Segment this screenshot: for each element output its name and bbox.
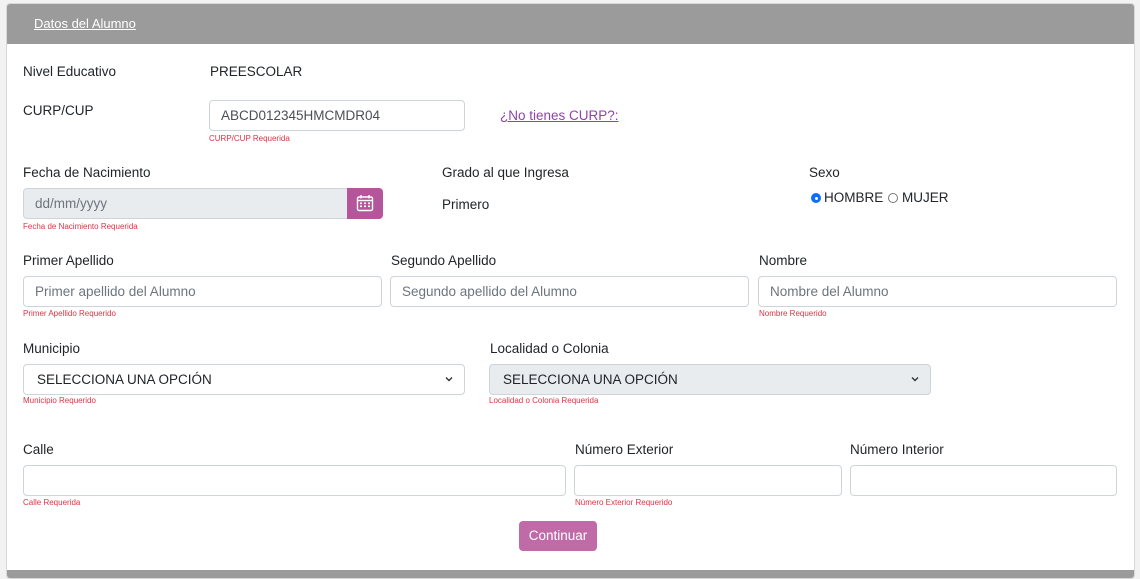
fecha-error: Fecha de Nacimiento Requerida <box>23 222 138 231</box>
segundo-apellido-label: Segundo Apellido <box>391 253 497 268</box>
fecha-label: Fecha de Nacimiento <box>23 165 151 180</box>
nombre-input[interactable]: Nombre del Alumno <box>758 276 1117 307</box>
primer-apellido-error: Primer Apellido Requerido <box>23 309 116 318</box>
municipio-error: Municipio Requerido <box>23 396 96 405</box>
num-int-input[interactable] <box>850 465 1117 496</box>
municipio-selected: SELECCIONA UNA OPCIÓN <box>37 372 212 387</box>
radio-hombre[interactable] <box>811 193 821 203</box>
fecha-input[interactable]: dd/mm/yyyy <box>23 188 348 219</box>
localidad-selected: SELECCIONA UNA OPCIÓN <box>503 372 678 387</box>
chevron-down-icon <box>911 377 919 382</box>
nombre-error: Nombre Requerido <box>759 309 827 318</box>
calle-label: Calle <box>23 442 54 457</box>
num-ext-error: Número Exterior Requerido <box>575 498 673 507</box>
nivel-label: Nivel Educativo <box>23 64 117 79</box>
num-int-label: Número Interior <box>850 442 944 457</box>
curp-error: CURP/CUP Requerida <box>209 134 290 143</box>
primer-apellido-label: Primer Apellido <box>23 253 114 268</box>
calendar-icon <box>356 195 374 212</box>
chevron-down-icon <box>445 377 453 382</box>
municipio-label: Municipio <box>23 341 81 356</box>
student-data-card: Datos del Alumno Nivel Educativo PREESCO… <box>6 3 1135 579</box>
sexo-label: Sexo <box>809 165 840 180</box>
calle-input[interactable] <box>23 465 566 496</box>
continue-button[interactable]: Continuar <box>519 521 597 551</box>
grado-label: Grado al que Ingresa <box>442 165 569 180</box>
curp-input[interactable]: ABCD012345HMCMDR04 <box>209 100 465 131</box>
num-ext-label: Número Exterior <box>575 442 674 457</box>
calendar-button[interactable] <box>347 188 383 219</box>
localidad-select[interactable]: SELECCIONA UNA OPCIÓN <box>489 364 931 395</box>
calle-error: Calle Requerida <box>23 498 81 507</box>
radio-mujer-label: MUJER <box>902 190 949 205</box>
nombre-label: Nombre <box>759 253 808 268</box>
segundo-apellido-input[interactable]: Segundo apellido del Alumno <box>390 276 749 307</box>
municipio-select[interactable]: SELECCIONA UNA OPCIÓN <box>23 364 465 395</box>
radio-hombre-label: HOMBRE <box>824 190 884 205</box>
localidad-error: Localidad o Colonia Requerida <box>489 396 599 405</box>
nivel-value: PREESCOLAR <box>210 64 303 79</box>
num-ext-input[interactable] <box>574 465 842 496</box>
primer-apellido-input[interactable]: Primer apellido del Alumno <box>23 276 382 307</box>
localidad-label: Localidad o Colonia <box>490 341 609 356</box>
grado-value: Primero <box>442 197 490 212</box>
card-header: Datos del Alumno <box>7 4 1134 44</box>
radio-mujer[interactable] <box>888 193 898 203</box>
card-header-tab[interactable]: Datos del Alumno <box>34 16 136 31</box>
curp-label: CURP/CUP <box>23 103 94 118</box>
no-curp-link[interactable]: ¿No tienes CURP?: <box>500 108 619 123</box>
